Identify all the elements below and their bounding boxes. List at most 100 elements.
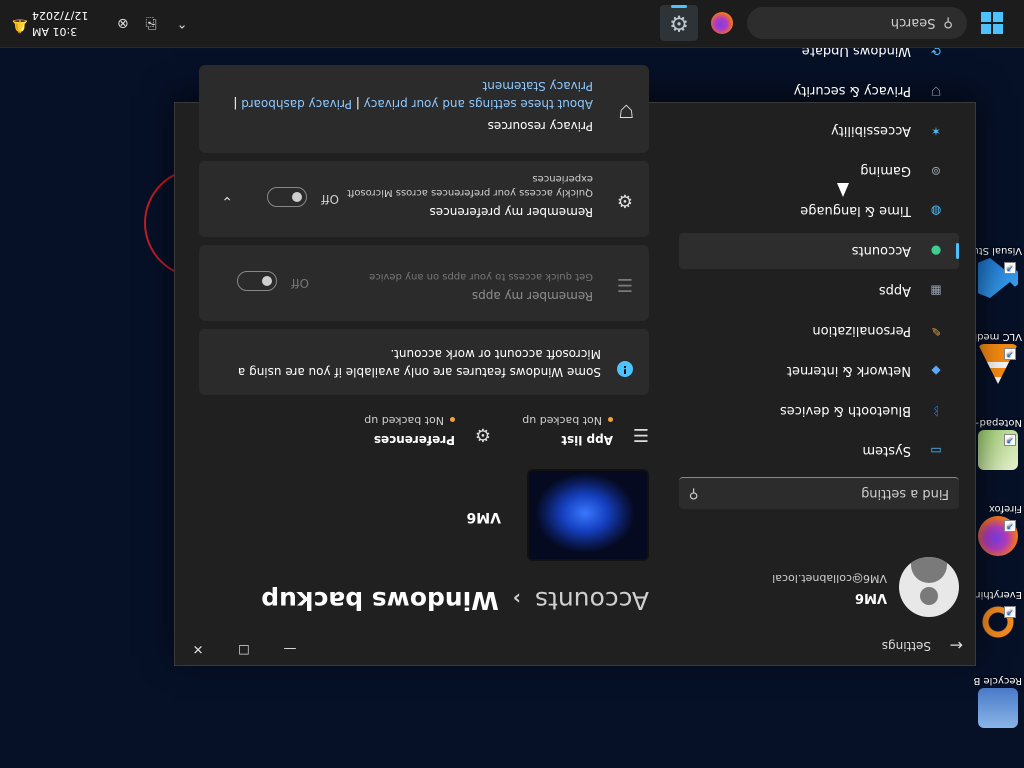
desktop-icon-label: Everything	[974, 589, 1022, 600]
back-arrow-icon[interactable]: ←	[950, 636, 963, 655]
info-icon: !	[617, 361, 633, 377]
find-setting-placeholder: Find a setting	[861, 486, 949, 501]
desktop-icon-vscode[interactable]: ↗ Visual Studio Code	[974, 245, 1022, 298]
sidebar-item-label: Time & language	[800, 203, 911, 219]
account-info-card: ! Some Windows features are only availab…	[199, 329, 649, 395]
sidebar-item-privacy-security[interactable]: ⛉ Privacy & security	[679, 73, 959, 109]
remember-apps-card: ☰ Remember my apps Get quick access to y…	[199, 245, 649, 321]
taskbar-firefox[interactable]	[703, 5, 741, 41]
settings-window: ← Settings — ☐ ✕ VM6 VM6@collabnet.local…	[174, 44, 976, 666]
privacy-dashboard-link[interactable]: Privacy dashboard	[241, 97, 352, 111]
toggle-state-label: Off	[321, 192, 339, 206]
sidebar-item-gaming[interactable]: ⊚ Gaming	[679, 153, 959, 189]
desktop-icon-notepad[interactable]: ↗ Notepad++	[974, 417, 1022, 470]
backup-status-tiles: ☰ App list Not backed up ⚙ Preferences N…	[199, 405, 649, 453]
shortcut-arrow-icon: ↗	[1004, 348, 1016, 360]
avatar	[899, 557, 959, 617]
close-button[interactable]: ✕	[175, 633, 221, 665]
desktop: Recycle Bin ↗ Everything ↗ Firefox ↗ Not…	[0, 0, 1024, 768]
sidebar-item-label: Accessibility	[831, 123, 911, 139]
clock-time: 3:01 AM	[32, 25, 78, 38]
gear-icon: ⚙	[616, 190, 633, 211]
user-profile[interactable]: VM6 VM6@collabnet.local	[679, 557, 959, 617]
network-icon: ⎘	[145, 15, 157, 31]
sidebar-item-personalization[interactable]: ✎ Personalization	[679, 313, 959, 349]
desktop-icon-firefox[interactable]: ↗ Firefox	[974, 503, 1022, 556]
shortcut-arrow-icon: ↗	[1004, 262, 1016, 274]
sidebar-item-label: Privacy & security	[793, 83, 911, 99]
volume-tray-icon[interactable]: ⊗	[110, 5, 136, 41]
breadcrumb-separator-icon: ›	[512, 587, 522, 611]
card-title: Privacy resources	[487, 119, 593, 133]
status-dot	[450, 417, 455, 423]
network-tray-icon[interactable]: ⎘	[138, 5, 164, 41]
link-separator: |	[351, 97, 364, 111]
sidebar-item-label: Network & internet	[786, 363, 911, 379]
breadcrumb-accounts[interactable]: Accounts	[535, 586, 649, 615]
tile-title: App list	[561, 433, 613, 447]
clock-date: 12/7/2024	[32, 9, 89, 22]
remember-preferences-card[interactable]: ⚙ Remember my preferences Quickly access…	[199, 161, 649, 237]
privacy-resources-card: ⛉ Privacy resources About these settings…	[199, 65, 649, 153]
gear-icon: ⚙	[669, 10, 689, 36]
toggle-state-label: Off	[291, 276, 309, 290]
sidebar-item-system[interactable]: ▭ System	[679, 433, 959, 469]
shortcut-arrow-icon: ↗	[1004, 520, 1016, 532]
sidebar-item-label: Apps	[878, 283, 911, 299]
card-title: Remember my preferences	[429, 205, 593, 219]
search-icon: ⚲	[689, 486, 699, 501]
tile-status: Not backed up	[522, 414, 613, 427]
globe-icon: ◍	[930, 204, 942, 218]
start-button[interactable]	[973, 5, 1011, 41]
firefox-icon	[711, 12, 733, 34]
gamepad-icon: ⊚	[930, 164, 942, 178]
sidebar-item-label: Bluetooth & devices	[780, 403, 911, 419]
app-title: Settings	[881, 639, 931, 653]
title-bar[interactable]: ← Settings — ☐ ✕	[175, 625, 975, 665]
desktop-icon-label: VLC media player	[974, 331, 1022, 342]
chevron-up-icon: ⌃	[176, 15, 188, 31]
app-list-tile: ☰ App list Not backed up	[469, 405, 649, 453]
sidebar-item-accounts[interactable]: ● Accounts	[679, 233, 959, 269]
link-separator: |	[233, 97, 242, 111]
accessibility-icon: ✶	[930, 124, 942, 138]
tile-status-text: Not backed up	[364, 414, 444, 427]
sidebar-nav: ▭ System ᛒ Bluetooth & devices ◆ Network & in…	[679, 29, 959, 469]
notification-bell-icon[interactable]: 🔔	[12, 18, 28, 33]
device-summary: VM6	[199, 465, 649, 561]
minimize-button[interactable]: —	[267, 633, 313, 665]
sidebar-item-label: Gaming	[860, 163, 911, 179]
page-title: Windows backup	[261, 586, 499, 615]
sidebar-item-network-internet[interactable]: ◆ Network & internet	[679, 353, 959, 389]
preferences-tile: ⚙ Preferences Not backed up	[311, 405, 491, 453]
sidebar-item-time-language[interactable]: ◍ Time & language	[679, 193, 959, 229]
maximize-button[interactable]: ☐	[221, 633, 267, 665]
find-setting-input[interactable]: Find a setting ⚲	[679, 477, 959, 509]
show-hidden-icons-button[interactable]: ⌃	[167, 5, 197, 41]
privacy-statement-link[interactable]: Privacy Statement	[483, 79, 593, 93]
apps-list-icon: ☰	[616, 274, 633, 295]
privacy-settings-link[interactable]: About these settings and your privacy	[364, 97, 593, 111]
chevron-down-icon[interactable]: ⌄	[221, 193, 233, 209]
network-icon: ◆	[931, 364, 941, 378]
tile-status-text: Not backed up	[522, 414, 602, 427]
desktop-icon-everything[interactable]: ↗ Everything	[974, 589, 1022, 642]
card-subtitle: Get quick access to your apps on any dev…	[369, 271, 593, 282]
desktop-icon-recycle-bin[interactable]: Recycle Bin	[974, 675, 1022, 728]
taskbar-settings[interactable]: ⚙	[660, 5, 698, 41]
taskbar-search[interactable]: ⚲ Search	[747, 7, 967, 39]
clock[interactable]: 3:01 AM 12/7/2024	[32, 7, 100, 39]
bluetooth-icon: ᛒ	[932, 404, 940, 418]
taskbar: ⚲ Search ⚙ ⌃ ⎘ ⊗ 3:01 AM 12/7/2024 🔔	[0, 0, 1024, 48]
apps-icon: ▦	[930, 284, 942, 298]
user-name: VM6	[854, 590, 887, 605]
desktop-icon-label: Notepad++	[974, 417, 1022, 428]
remember-apps-toggle[interactable]	[237, 271, 277, 291]
status-dot	[608, 417, 613, 423]
sidebar-item-bluetooth-devices[interactable]: ᛒ Bluetooth & devices	[679, 393, 959, 429]
desktop-icon-vlc[interactable]: ↗ VLC media player	[974, 331, 1022, 384]
windows-logo-icon	[981, 12, 1003, 34]
sidebar-item-accessibility[interactable]: ✶ Accessibility	[679, 113, 959, 149]
remember-preferences-toggle[interactable]	[267, 187, 307, 207]
sidebar-item-apps[interactable]: ▦ Apps	[679, 273, 959, 309]
